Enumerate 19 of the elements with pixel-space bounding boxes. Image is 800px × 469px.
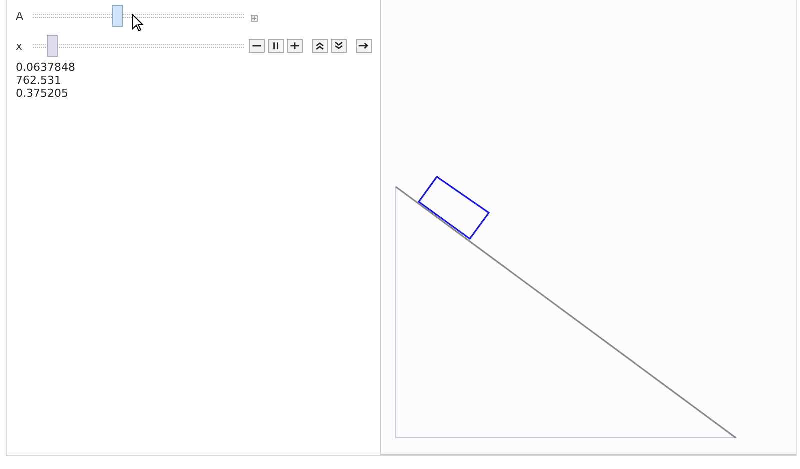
minus-button[interactable] <box>249 39 265 53</box>
slider-thumb[interactable] <box>46 35 58 57</box>
double-down-button[interactable] <box>331 39 347 53</box>
readout-value: 0.375205 <box>15 87 70 100</box>
readout-value: 762.531 <box>15 74 62 87</box>
slider-label: x <box>15 40 24 52</box>
plus-icon <box>288 40 302 52</box>
double-up-button[interactable] <box>312 39 328 53</box>
slider-label: A <box>15 10 25 22</box>
arrow-right-icon <box>357 40 371 52</box>
plus-button[interactable] <box>287 39 303 53</box>
slider-track[interactable] <box>33 35 244 57</box>
readout-value: 0.0637848 <box>15 61 76 74</box>
mouse-pointer-icon <box>132 14 144 32</box>
pause-button[interactable] <box>268 39 284 53</box>
slider-thumb[interactable] <box>112 5 124 27</box>
slider-track[interactable] <box>33 5 244 27</box>
arrow-right-button[interactable] <box>356 39 372 53</box>
expand-icon[interactable] <box>251 14 258 22</box>
